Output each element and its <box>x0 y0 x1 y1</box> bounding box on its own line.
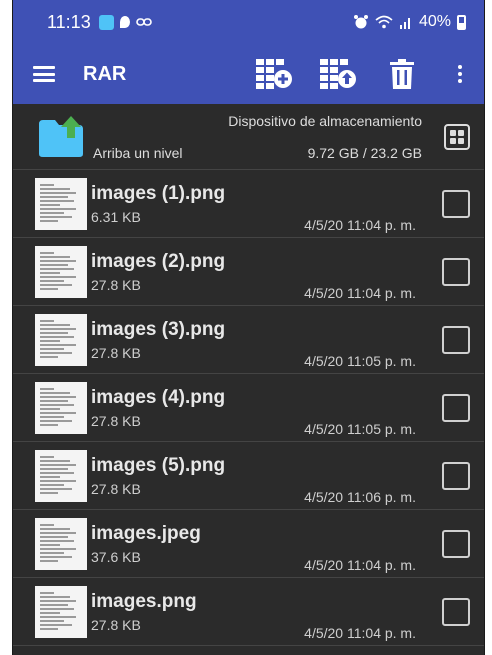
file-info: images.png 27.8 KB 4/5/20 11:04 p. m. <box>91 590 416 641</box>
trash-icon <box>390 59 414 89</box>
toolbar-actions <box>248 51 470 97</box>
parent-row-label: Arriba un nivel <box>93 144 183 161</box>
archive-add-icon <box>256 59 292 89</box>
file-size: 27.8 KB <box>91 276 141 293</box>
file-thumbnail <box>35 245 87 298</box>
more-vert-icon[interactable] <box>450 65 470 83</box>
file-date: 4/5/20 11:04 p. m. <box>304 624 416 641</box>
select-checkbox[interactable] <box>442 461 470 490</box>
file-size: 37.6 KB <box>91 548 141 565</box>
file-size: 27.8 KB <box>91 616 141 633</box>
file-name: images (2).png <box>91 250 226 272</box>
file-row[interactable]: images.png 27.8 KB 4/5/20 11:04 p. m. <box>13 578 484 646</box>
file-thumbnail <box>35 177 87 230</box>
storage-name: Dispositivo de almacenamiento <box>228 112 422 129</box>
extract-archive-button[interactable] <box>312 51 364 97</box>
toolbar: RAR <box>13 44 484 104</box>
file-list: images (1).png 6.31 KB 4/5/20 11:04 p. m. i… <box>13 170 484 646</box>
status-time: 11:13 <box>47 11 91 32</box>
file-thumbnail <box>35 585 87 638</box>
select-checkbox[interactable] <box>442 189 470 218</box>
delete-button[interactable] <box>376 51 428 97</box>
file-date: 4/5/20 11:06 p. m. <box>304 488 416 505</box>
parent-directory-row[interactable]: Dispositivo de almacenamiento Arriba un … <box>13 104 484 170</box>
file-name: images.png <box>91 590 197 612</box>
file-date: 4/5/20 11:04 p. m. <box>304 556 416 573</box>
signal-icon <box>399 18 410 29</box>
file-name: images (4).png <box>91 386 226 408</box>
app-notification-icon <box>98 14 114 30</box>
archive-extract-icon <box>320 59 356 89</box>
select-checkbox[interactable] <box>442 257 470 286</box>
file-info: images (1).png 6.31 KB 4/5/20 11:04 p. m. <box>91 182 416 233</box>
message-notification-icon <box>119 16 130 28</box>
file-date: 4/5/20 11:04 p. m. <box>304 216 416 233</box>
file-size: 6.31 KB <box>91 208 141 225</box>
select-checkbox[interactable] <box>442 597 470 626</box>
file-row[interactable]: images (1).png 6.31 KB 4/5/20 11:04 p. m. <box>13 170 484 238</box>
battery-icon <box>457 14 466 30</box>
notification-icons <box>98 14 152 30</box>
menu-icon[interactable] <box>33 66 55 82</box>
file-name: images.jpeg <box>91 522 201 544</box>
file-size: 27.8 KB <box>91 412 141 429</box>
battery-percent: 40% <box>418 13 451 30</box>
file-name: images (1).png <box>91 182 226 204</box>
file-name: images (3).png <box>91 318 226 340</box>
toolbar-title: RAR <box>83 62 127 85</box>
file-thumbnail <box>35 517 87 570</box>
link-icon <box>135 18 152 26</box>
file-row[interactable]: images (4).png 27.8 KB 4/5/20 11:05 p. m. <box>13 374 484 442</box>
wifi-icon <box>375 15 393 29</box>
file-row[interactable]: images (3).png 27.8 KB 4/5/20 11:05 p. m. <box>13 306 484 374</box>
file-info: images (3).png 27.8 KB 4/5/20 11:05 p. m. <box>91 318 416 369</box>
file-thumbnail <box>35 449 87 502</box>
alarm-icon <box>353 15 368 29</box>
file-thumbnail <box>35 313 87 366</box>
file-thumbnail <box>35 381 87 434</box>
file-date: 4/5/20 11:05 p. m. <box>304 352 416 369</box>
status-bar: 11:13 40% <box>13 0 484 44</box>
file-row[interactable]: images (5).png 27.8 KB 4/5/20 11:06 p. m. <box>13 442 484 510</box>
select-checkbox[interactable] <box>442 393 470 422</box>
file-info: images (4).png 27.8 KB 4/5/20 11:05 p. m. <box>91 386 416 437</box>
file-name: images (5).png <box>91 454 226 476</box>
select-checkbox[interactable] <box>442 325 470 354</box>
file-date: 4/5/20 11:04 p. m. <box>304 284 416 301</box>
file-row[interactable]: images (2).png 27.8 KB 4/5/20 11:04 p. m. <box>13 238 484 306</box>
folder-up-icon <box>37 115 85 158</box>
file-info: images (5).png 27.8 KB 4/5/20 11:06 p. m. <box>91 454 416 505</box>
file-row[interactable]: images.jpeg 37.6 KB 4/5/20 11:04 p. m. <box>13 510 484 578</box>
file-info: images (2).png 27.8 KB 4/5/20 11:04 p. m. <box>91 250 416 301</box>
storage-usage: 9.72 GB / 23.2 GB <box>307 144 422 161</box>
app-frame: 11:13 40% RAR Dispositivo de almacenamie… <box>12 0 485 655</box>
file-size: 27.8 KB <box>91 344 141 361</box>
parent-row-text: Dispositivo de almacenamiento Arriba un … <box>93 113 422 161</box>
grid-view-icon[interactable] <box>444 123 470 150</box>
add-to-archive-button[interactable] <box>248 51 300 97</box>
select-checkbox[interactable] <box>442 529 470 558</box>
file-info: images.jpeg 37.6 KB 4/5/20 11:04 p. m. <box>91 522 416 573</box>
file-date: 4/5/20 11:05 p. m. <box>304 420 416 437</box>
status-right: 40% <box>353 13 466 31</box>
file-size: 27.8 KB <box>91 480 141 497</box>
